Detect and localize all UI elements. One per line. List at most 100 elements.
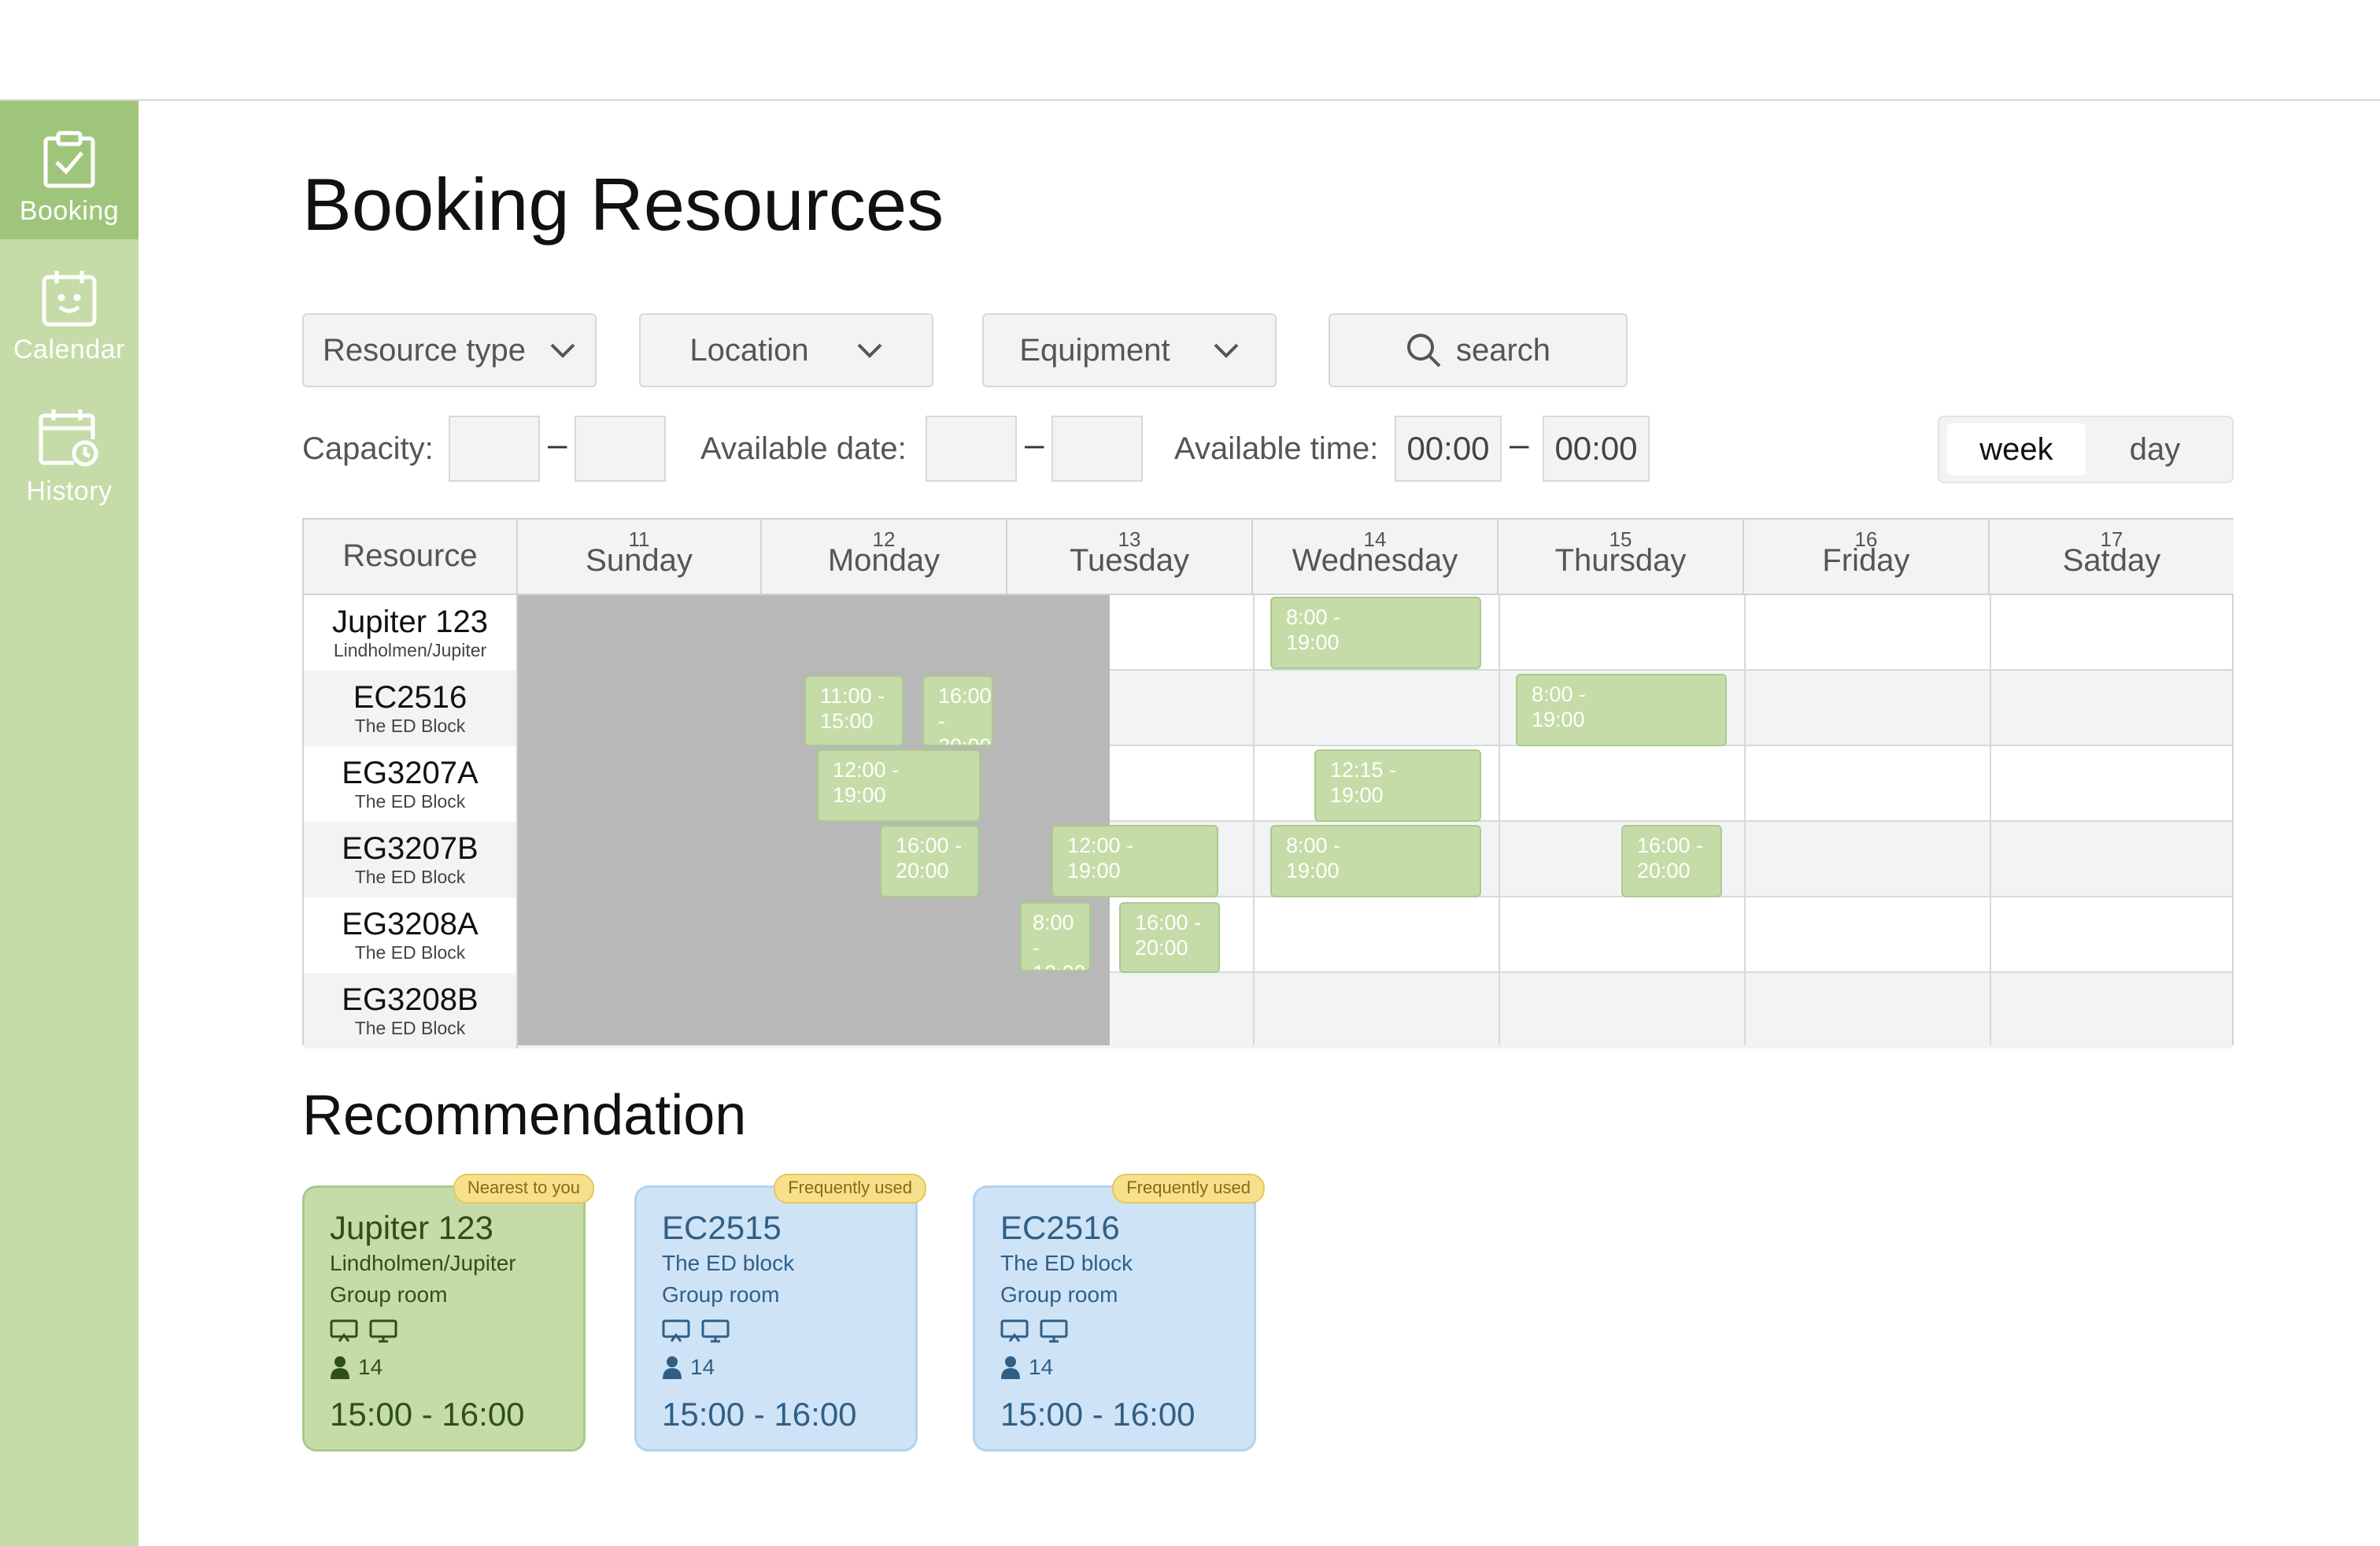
day-header: 17 Satday [1990, 520, 2234, 595]
recommendation-card[interactable]: Nearest to you Jupiter 123 Lindholmen/Ju… [302, 1174, 594, 1452]
person-icon [663, 1356, 682, 1379]
resource-cell[interactable]: Jupiter 123 Lindholmen/Jupiter [304, 595, 518, 671]
status-badge: Frequently used [1112, 1174, 1265, 1204]
card-time: 15:00 - 16:00 [330, 1396, 525, 1433]
day-name: Monday [827, 543, 941, 578]
recommendation-card[interactable]: Frequently used EC2515 The ED block Grou… [634, 1174, 926, 1452]
dropdown-label: Location [689, 332, 809, 368]
capacity-min-input[interactable] [449, 416, 540, 482]
person-icon [1001, 1356, 1020, 1379]
resource-cell[interactable]: EG3207B The ED Block [304, 822, 518, 897]
range-dash: – [1025, 425, 1044, 464]
resource-cell[interactable]: EG3207A The ED Block [304, 746, 518, 822]
sidebar-item-history[interactable]: History [0, 378, 139, 516]
sidebar-item-booking[interactable]: Booking [0, 101, 139, 239]
clipboard-check-icon [42, 101, 96, 193]
card-room-type: Group room [1000, 1282, 1118, 1307]
resource-name: EC2516 [353, 680, 468, 715]
date-from-input[interactable] [926, 416, 1017, 482]
booking-slot[interactable]: 8:00 - 12:00 [1020, 902, 1091, 971]
sidebar-item-calendar[interactable]: Calendar [0, 239, 139, 378]
time-to-input[interactable]: 00:00 [1543, 416, 1650, 482]
booking-slot[interactable]: 12:15 - 19:00 [1314, 749, 1481, 822]
card-time: 15:00 - 16:00 [662, 1396, 857, 1433]
booking-calendar: Resource 11 Sunday 12 Monday 13 Tuesday … [302, 518, 2234, 1049]
available-time-label: Available time: [1174, 431, 1379, 466]
booking-slot[interactable]: 16:00 - 20:00 [880, 825, 979, 897]
chevron-down-icon [857, 343, 882, 358]
resource-column-header: Resource [304, 520, 518, 595]
search-label: search [1455, 332, 1551, 368]
capacity-max-input[interactable] [575, 416, 666, 482]
person-icon [331, 1356, 349, 1379]
day-name: Tuesday [1070, 543, 1189, 578]
time-from-input[interactable]: 00:00 [1395, 416, 1502, 482]
card-capacity: 14 [358, 1355, 383, 1379]
dropdown-label: Resource type [323, 332, 526, 368]
resource-location: The ED Block [354, 942, 466, 963]
booking-slot[interactable]: 16:00 - 20:00 [1119, 902, 1220, 973]
column-divider [1744, 595, 1746, 1045]
resource-header-label: Resource [342, 538, 478, 573]
status-badge: Frequently used [774, 1174, 926, 1204]
projector-screen-icon [1000, 1319, 1029, 1342]
column-divider [1253, 595, 1255, 1045]
booking-slot[interactable]: 12:00 - 19:00 [817, 749, 981, 822]
resource-cell[interactable]: EC2516 The ED Block [304, 671, 518, 746]
card-room-type: Group room [662, 1282, 780, 1307]
card-time: 15:00 - 16:00 [1000, 1396, 1196, 1433]
resource-name: EG3208B [342, 982, 479, 1017]
resource-name: EG3208A [342, 907, 479, 941]
equipment-dropdown[interactable]: Equipment [982, 313, 1277, 387]
search-button[interactable]: search [1329, 313, 1628, 387]
resource-cell[interactable]: EG3208B The ED Block [304, 973, 518, 1049]
sidebar-item-label: Booking [19, 196, 120, 226]
booking-slot[interactable]: 8:00 - 19:00 [1270, 825, 1481, 897]
booking-slot[interactable]: 16:00 - 20:00 [1621, 825, 1722, 897]
booking-slot[interactable]: 8:00 - 19:00 [1516, 674, 1727, 746]
date-to-input[interactable] [1051, 416, 1143, 482]
available-date-label: Available date: [700, 431, 907, 466]
card-resource-name: EC2515 [662, 1209, 782, 1246]
status-badge: Nearest to you [453, 1174, 594, 1204]
resource-location: The ED Block [354, 791, 466, 812]
resource-name: EG3207B [342, 831, 479, 866]
booking-slot[interactable]: 11:00 - 15:00 [804, 675, 904, 746]
booking-slot[interactable]: 8:00 - 19:00 [1270, 597, 1481, 669]
resource-location: The ED Block [354, 867, 466, 887]
sidebar-item-label: Calendar [13, 335, 125, 364]
column-divider [1499, 595, 1500, 1045]
resource-name: Jupiter 123 [332, 605, 488, 639]
resource-location: The ED Block [354, 1018, 466, 1038]
equipment-icons [662, 1317, 890, 1345]
day-name: Friday [1822, 543, 1910, 578]
equipment-icons [1000, 1317, 1229, 1345]
projector-screen-icon [330, 1319, 358, 1342]
day-header: 15 Thursday [1499, 520, 1744, 595]
day-view-button[interactable]: day [2086, 423, 2224, 475]
monitor-icon [369, 1319, 397, 1343]
sidebar: Booking Calendar History [0, 101, 139, 1546]
dropdown-label: Equipment [1019, 332, 1170, 368]
resource-name: EG3207A [342, 756, 479, 790]
resource-cell[interactable]: EG3208A The ED Block [304, 897, 518, 973]
sidebar-item-label: History [26, 476, 113, 506]
recommendation-card[interactable]: Frequently used EC2516 The ED block Grou… [973, 1174, 1265, 1452]
chevron-down-icon [1214, 343, 1239, 358]
card-capacity: 14 [690, 1355, 715, 1379]
page-title: Booking Resources [302, 163, 944, 246]
range-dash: – [1510, 425, 1529, 464]
projector-screen-icon [662, 1319, 690, 1342]
week-view-button[interactable]: week [1947, 423, 2086, 475]
booking-slot[interactable]: 12:00 - 19:00 [1051, 825, 1218, 897]
booking-slot[interactable]: 16:00 - 20:00 [922, 675, 993, 746]
calendar-clock-icon [38, 378, 101, 473]
capacity-label: Capacity: [302, 431, 434, 466]
resource-location: Lindholmen/Jupiter [333, 640, 487, 660]
location-dropdown[interactable]: Location [639, 313, 933, 387]
card-location: Lindholmen/Jupiter [330, 1251, 516, 1275]
calendar-smile-icon [41, 239, 98, 331]
resource-type-dropdown[interactable]: Resource type [302, 313, 597, 387]
day-header: 11 Sunday [518, 520, 762, 595]
range-dash: – [548, 425, 567, 464]
